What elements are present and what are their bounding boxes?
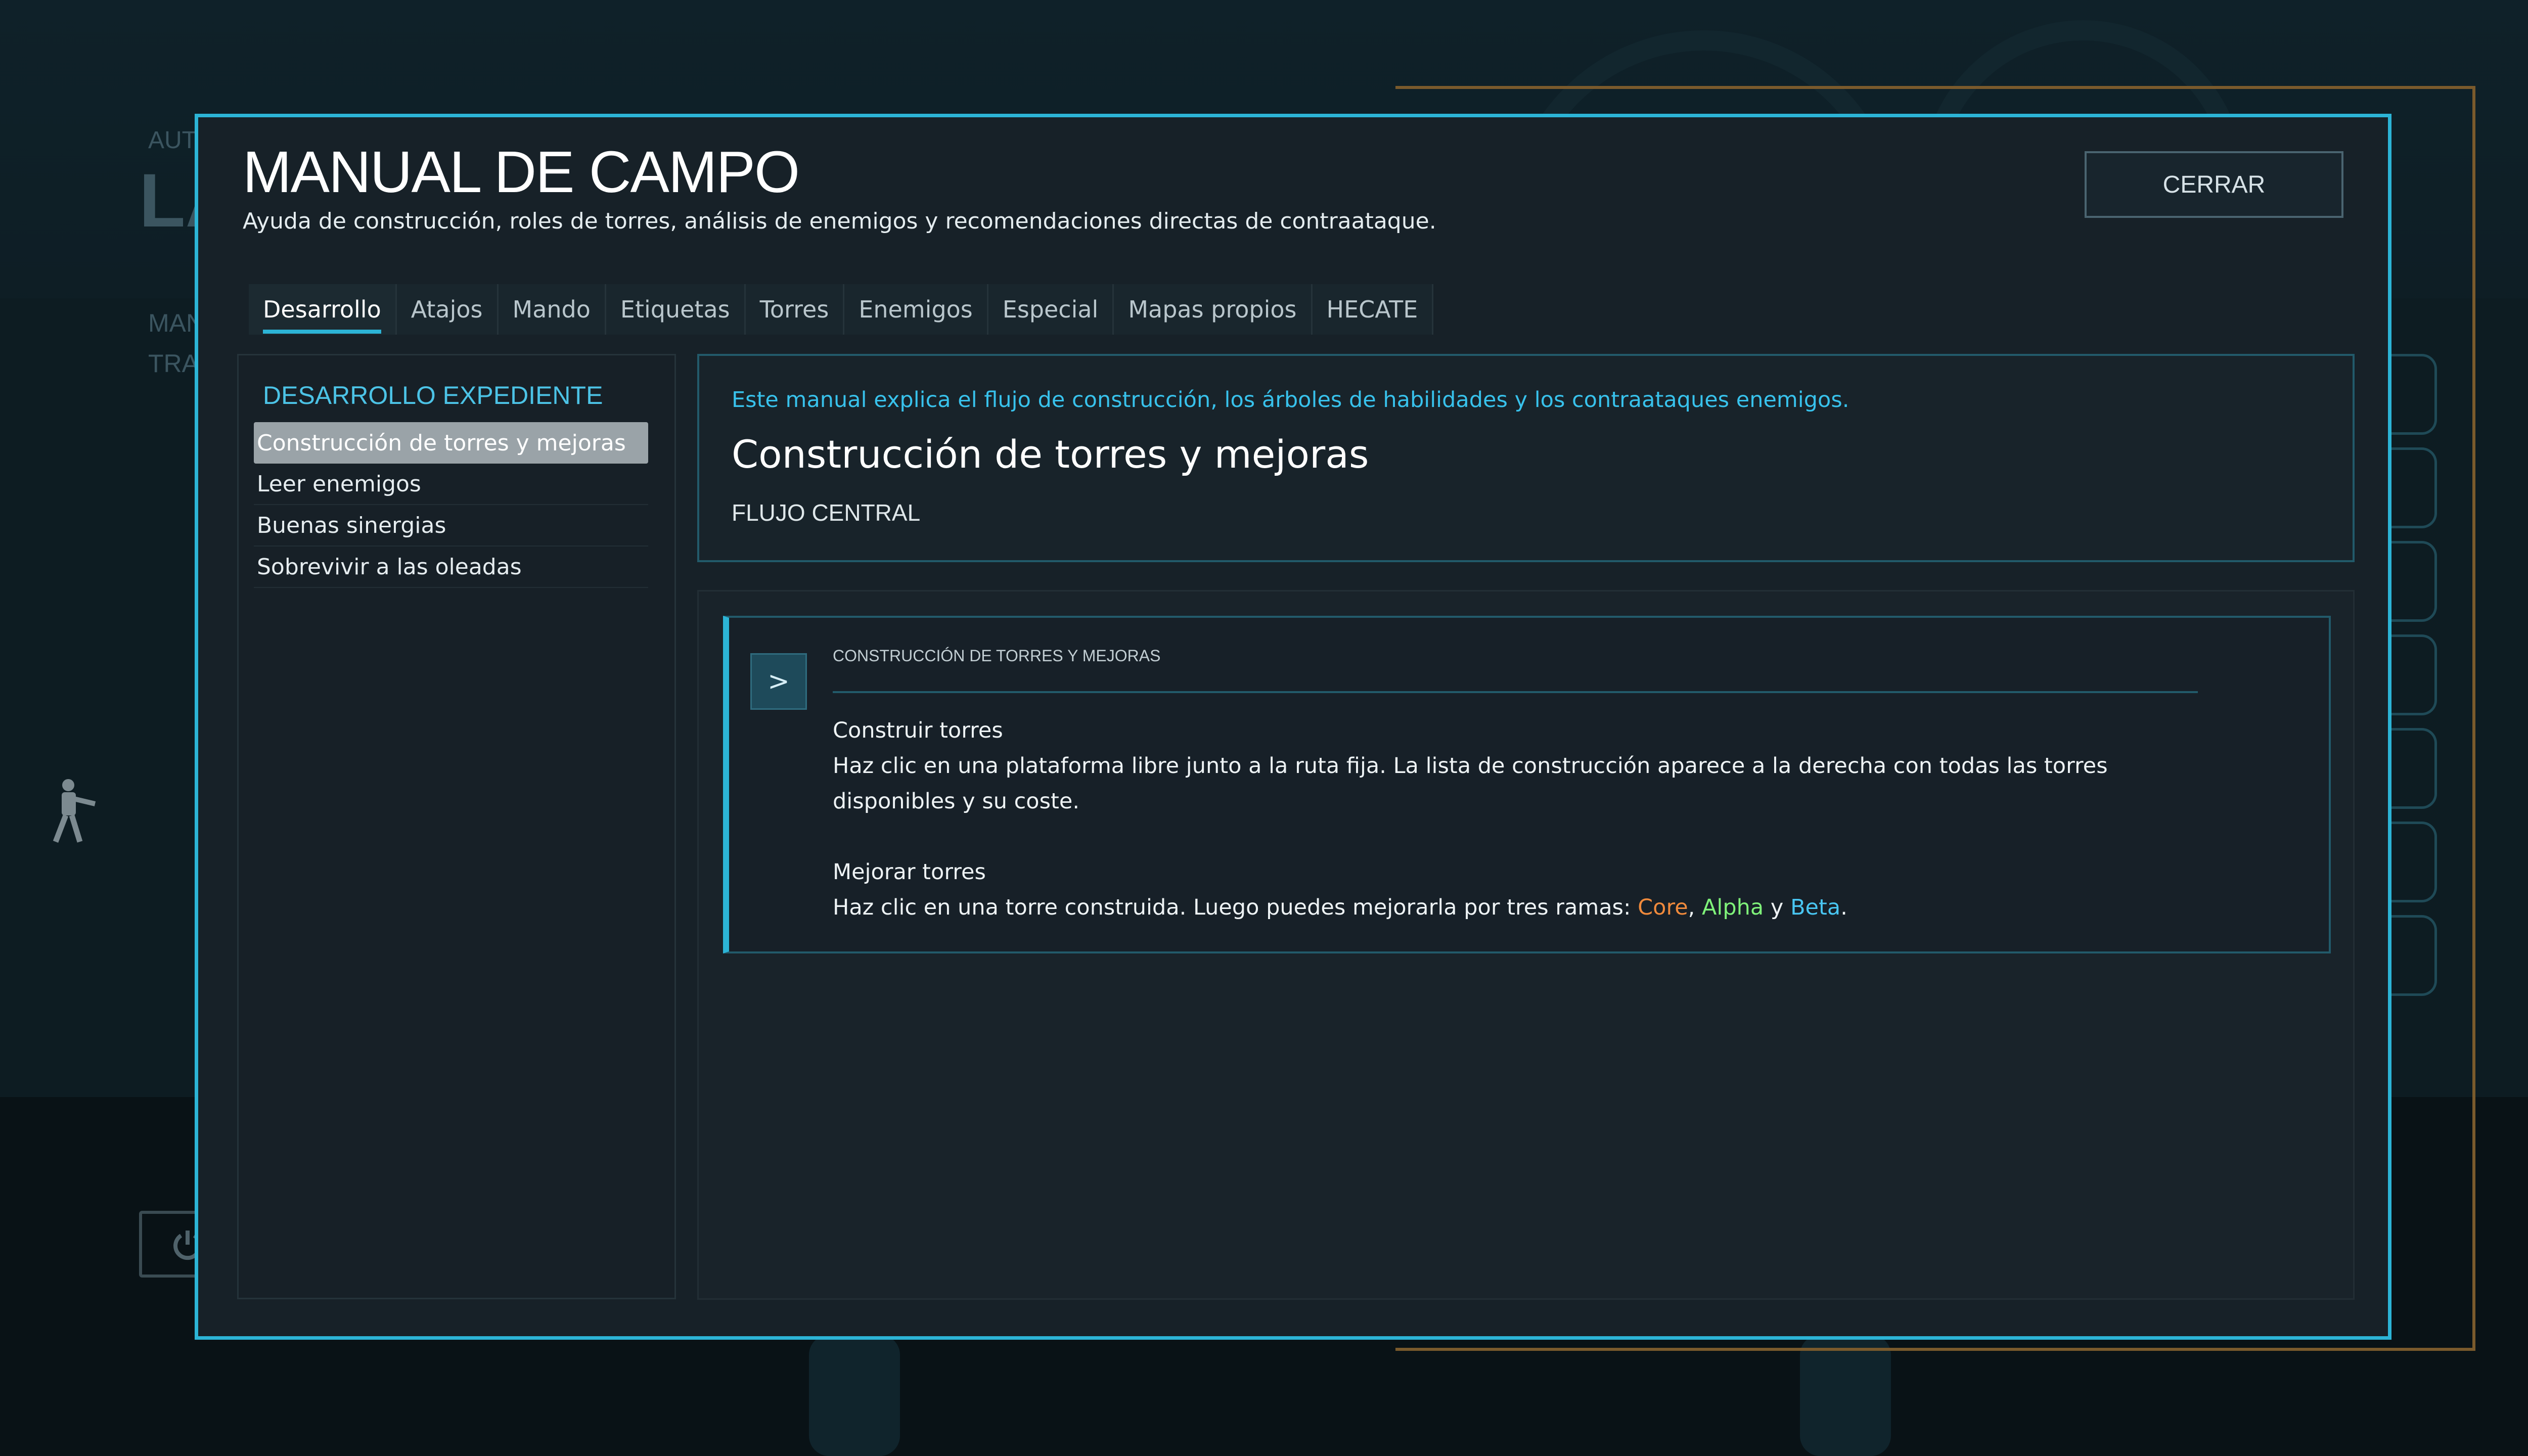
chevron-right-icon: > [750,653,807,710]
tab-enemigos[interactable]: Enemigos [844,284,988,335]
background-slot [2384,354,2437,435]
topic-item-sobrevivir[interactable]: Sobrevivir a las oleadas [254,547,648,588]
topic-sidebar: DESARROLLO EXPEDIENTE Construcción de to… [237,354,676,1299]
background-title-fragment: AUT [148,127,197,154]
topic-title: Construcción de torres y mejoras [732,432,1369,477]
card-body: Construir torres Haz clic en una platafo… [833,713,2228,925]
close-button[interactable]: CERRAR [2085,151,2343,218]
topic-item-buenas-sinergias[interactable]: Buenas sinergias [254,505,648,547]
section-text: Haz clic en una torre construida. Luego … [833,890,2228,925]
separator: y [1764,895,1791,920]
branch-beta: Beta [1790,895,1841,920]
tab-mando[interactable]: Mando [498,284,606,335]
topic-item-construccion[interactable]: Construcción de torres y mejoras [254,422,648,464]
topic-card: > CONSTRUCCIÓN DE TORRES Y MEJORAS Const… [723,616,2331,953]
card-divider [833,691,2198,693]
background-slot [2384,728,2437,809]
intro-panel: Este manual explica el flujo de construc… [697,354,2355,562]
background-label: TRA [148,349,199,378]
modal-title: MANUAL DE CAMPO [243,139,800,205]
modal-subtitle: Ayuda de construcción, roles de torres, … [243,208,1436,234]
background-slot [2384,447,2437,528]
sentence-end: . [1840,895,1847,920]
branch-core: Core [1638,895,1688,920]
section-title: Construir torres [833,718,1003,743]
tab-hecate[interactable]: HECATE [1312,284,1434,335]
background-slot [2384,822,2437,902]
tab-mapas-propios[interactable]: Mapas propios [1114,284,1313,335]
background-pillar [809,1335,900,1456]
section-title: Mejorar torres [833,859,986,885]
background-slot [2384,915,2437,996]
section-text-prefix: Haz clic en una torre construida. Luego … [833,895,1638,920]
sidebar-heading: DESARROLLO EXPEDIENTE [263,381,603,410]
manual-tabs: Desarrollo Atajos Mando Etiquetas Torres… [249,284,1434,340]
branch-alpha: Alpha [1702,895,1764,920]
background-slot [2384,541,2437,622]
intro-note: Este manual explica el flujo de construc… [732,387,1849,413]
content-panel: > CONSTRUCCIÓN DE TORRES Y MEJORAS Const… [697,590,2355,1300]
topic-item-leer-enemigos[interactable]: Leer enemigos [254,464,648,505]
card-kicker: CONSTRUCCIÓN DE TORRES Y MEJORAS [833,647,1161,665]
background-slot [2384,634,2437,715]
topic-tag: FLUJO CENTRAL [732,499,921,526]
background-pillar [1800,1335,1891,1456]
tab-especial[interactable]: Especial [988,284,1114,335]
soldier-figure-icon [53,779,96,843]
field-manual-modal: MANUAL DE CAMPO Ayuda de construcción, r… [195,114,2391,1340]
topic-list: Construcción de torres y mejoras Leer en… [254,422,648,588]
tab-desarrollo[interactable]: Desarrollo [249,284,397,335]
separator: , [1688,895,1702,920]
section-text: Haz clic en una plataforma libre junto a… [833,753,2108,814]
tab-atajos[interactable]: Atajos [396,284,499,335]
tab-torres[interactable]: Torres [745,284,845,335]
tab-etiquetas[interactable]: Etiquetas [606,284,746,335]
